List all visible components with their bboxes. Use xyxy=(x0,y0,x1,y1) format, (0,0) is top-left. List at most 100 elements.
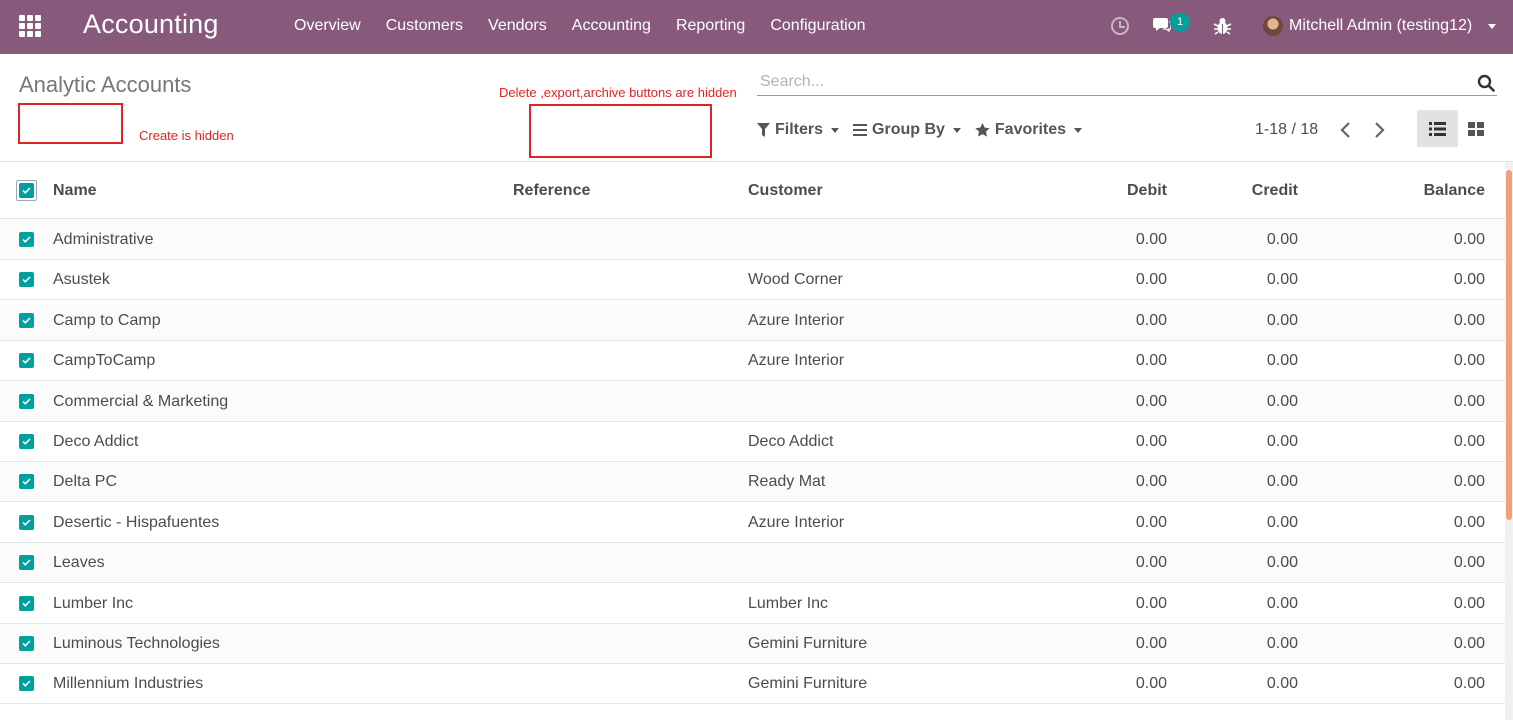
table-row[interactable]: Asustek Wood Corner 0.00 0.00 0.00 xyxy=(0,260,1505,301)
menu-item-overview[interactable]: Overview xyxy=(294,17,361,35)
cell-debit: 0.00 xyxy=(1135,392,1167,410)
cell-debit: 0.00 xyxy=(1135,352,1167,370)
menu-item-customers[interactable]: Customers xyxy=(386,17,463,35)
row-checkbox[interactable] xyxy=(19,232,34,247)
column-header-credit[interactable]: Credit xyxy=(1252,182,1298,200)
column-header-name[interactable]: Name xyxy=(53,182,97,200)
scrollbar-thumb[interactable] xyxy=(1506,170,1512,520)
cell-debit: 0.00 xyxy=(1135,473,1167,491)
table-row[interactable]: Deco Addict Deco Addict 0.00 0.00 0.00 xyxy=(0,422,1505,462)
cell-customer: Gemini Furniture xyxy=(748,635,868,652)
cell-credit: 0.00 xyxy=(1266,231,1298,248)
select-all-checkbox[interactable] xyxy=(16,180,37,201)
cell-customer: Gemini Furniture xyxy=(748,675,868,693)
actions-hidden-note: Delete ,export,archive buttons are hidde… xyxy=(499,85,737,100)
table-header: Name Reference Customer Debit Credit Bal… xyxy=(0,162,1505,219)
table-row[interactable]: CampToCamp Azure Interior 0.00 0.00 0.00 xyxy=(0,341,1505,382)
cell-debit: 0.00 xyxy=(1135,675,1167,693)
chat-icon[interactable] xyxy=(1153,18,1171,32)
row-checkbox[interactable] xyxy=(19,393,34,409)
table-row[interactable]: Camp to Camp Azure Interior 0.00 0.00 0.00 xyxy=(0,300,1505,341)
user-menu-caret-icon[interactable] xyxy=(1488,24,1496,29)
table-row[interactable]: Leaves 0.00 0.00 0.00 xyxy=(0,543,1505,584)
column-header-customer[interactable]: Customer xyxy=(748,182,823,200)
menu-item-vendors[interactable]: Vendors xyxy=(488,17,547,35)
row-checkbox[interactable] xyxy=(19,514,34,530)
cell-balance: 0.00 xyxy=(1453,433,1485,450)
list-view-button[interactable] xyxy=(1417,110,1458,147)
groupby-button[interactable]: Group By xyxy=(853,121,961,139)
row-checkbox[interactable] xyxy=(19,676,34,692)
table-row[interactable]: Desertic - Hispafuentes Azure Interior 0.0… xyxy=(0,503,1505,543)
cell-customer: Wood Corner xyxy=(748,271,843,289)
menu-item-configuration[interactable]: Configuration xyxy=(770,17,865,35)
row-checkbox[interactable] xyxy=(19,595,34,611)
scrollbar[interactable] xyxy=(1505,162,1513,720)
chevron-left-icon[interactable] xyxy=(1339,121,1353,139)
cell-balance: 0.00 xyxy=(1453,311,1485,329)
row-checkbox[interactable] xyxy=(19,312,34,328)
table-row[interactable]: Commercial & Marketing 0.00 0.00 0.00 xyxy=(0,381,1505,422)
filters-button[interactable]: Filters xyxy=(757,121,840,139)
cell-credit: 0.00 xyxy=(1266,271,1298,289)
cell-customer: Azure Interior xyxy=(748,311,845,329)
user-avatar[interactable] xyxy=(1263,16,1283,36)
apps-grid-icon[interactable] xyxy=(19,15,41,37)
pager-value[interactable]: 1-18 / 18 xyxy=(1255,121,1318,139)
kanban-view-button[interactable] xyxy=(1460,110,1495,147)
row-checkbox[interactable] xyxy=(19,555,34,571)
row-checkbox[interactable] xyxy=(19,636,34,651)
caret-down-icon xyxy=(831,127,840,133)
favorites-button[interactable]: Favorites xyxy=(975,121,1083,139)
cell-balance: 0.00 xyxy=(1453,594,1485,612)
cell-name: Millennium Industries xyxy=(53,675,204,693)
column-header-reference[interactable]: Reference xyxy=(513,182,590,200)
notification-badge: 1 xyxy=(1170,13,1190,31)
cell-balance: 0.00 xyxy=(1453,513,1485,531)
cell-name: Luminous Technologies xyxy=(53,635,220,652)
search-input[interactable] xyxy=(760,71,1460,93)
activity-clock-icon[interactable] xyxy=(1111,17,1129,35)
column-header-balance[interactable]: Balance xyxy=(1424,182,1485,200)
table-row[interactable]: Lumber Inc Lumber Inc 0.00 0.00 0.00 xyxy=(0,584,1505,624)
search-icon[interactable] xyxy=(1477,74,1495,92)
cell-balance: 0.00 xyxy=(1453,271,1485,289)
top-navbar: Accounting Overview Customers Vendors Ac… xyxy=(0,0,1513,54)
table-row[interactable]: Millennium Industries Gemini Furniture 0.0… xyxy=(0,664,1505,705)
row-checkbox[interactable] xyxy=(19,353,34,369)
cell-debit: 0.00 xyxy=(1135,271,1167,289)
cell-credit: 0.00 xyxy=(1266,311,1298,329)
groupby-label: Group By xyxy=(872,121,945,138)
favorites-label: Favorites xyxy=(994,121,1067,138)
cell-balance: 0.00 xyxy=(1453,352,1485,370)
cell-debit: 0.00 xyxy=(1135,635,1167,652)
cell-balance: 0.00 xyxy=(1453,554,1485,572)
cell-credit: 0.00 xyxy=(1266,352,1298,370)
control-panel: Analytic Accounts Create is hidden Delet… xyxy=(0,54,1513,162)
cell-credit: 0.00 xyxy=(1266,675,1298,693)
main-menu: Overview Customers Vendors Accounting Re… xyxy=(294,17,890,35)
cell-debit: 0.00 xyxy=(1135,554,1167,572)
list-icon xyxy=(1429,122,1446,136)
filters-label: Filters xyxy=(775,121,824,138)
column-header-debit[interactable]: Debit xyxy=(1127,182,1167,200)
cell-name: Commercial & Marketing xyxy=(53,392,229,410)
user-menu-name[interactable]: Mitchell Admin (testing12) xyxy=(1289,17,1472,35)
row-checkbox[interactable] xyxy=(19,272,34,288)
table-row[interactable]: Luminous Technologies Gemini Furniture 0.0… xyxy=(0,624,1505,664)
table-row[interactable]: Administrative 0.00 0.00 0.00 xyxy=(0,220,1505,260)
cell-name: Desertic - Hispafuentes xyxy=(53,513,220,531)
menu-item-accounting[interactable]: Accounting xyxy=(572,17,651,35)
debug-bug-icon[interactable] xyxy=(1213,16,1232,36)
cell-name: Leaves xyxy=(53,554,105,572)
row-checkbox[interactable] xyxy=(19,434,34,449)
menu-item-reporting[interactable]: Reporting xyxy=(676,17,745,35)
app-title[interactable]: Accounting xyxy=(83,9,219,40)
cell-debit: 0.00 xyxy=(1135,311,1167,329)
cell-name: Camp to Camp xyxy=(53,311,161,329)
cell-credit: 0.00 xyxy=(1266,594,1298,612)
table-row[interactable]: Delta PC Ready Mat 0.00 0.00 0.00 xyxy=(0,462,1505,503)
filter-icon xyxy=(757,123,770,137)
row-checkbox[interactable] xyxy=(19,474,34,490)
chevron-right-icon[interactable] xyxy=(1372,121,1386,139)
